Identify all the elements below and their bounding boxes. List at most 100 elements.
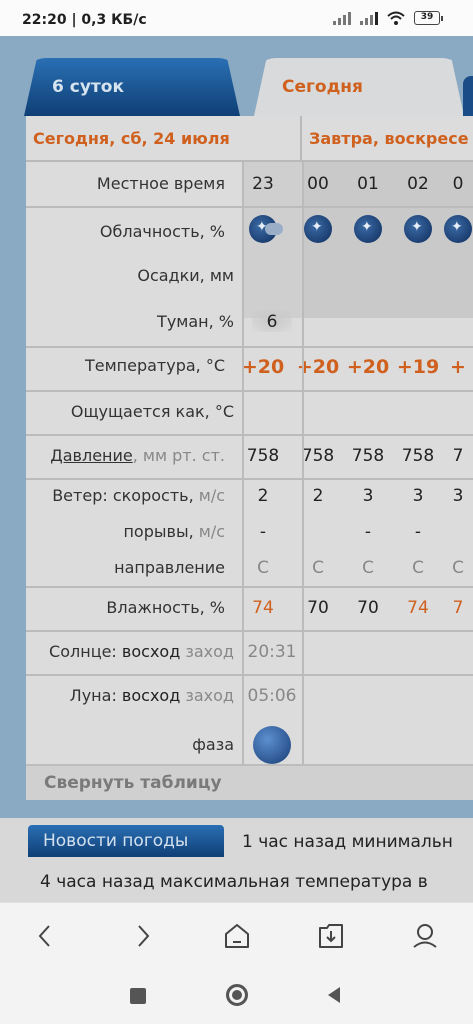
tab-next[interactable] [463,76,473,116]
row-sun: Солнце: восход заход 20:31 [26,642,473,662]
day-today: Сегодня, сб, 24 июля [26,116,302,160]
temperature-cell: + [450,356,466,378]
gusts-cell: - [414,522,422,542]
sun-label: Солнце: [49,642,117,661]
day-header-row: Сегодня, сб, 24 июля Завтра, воскресе [26,116,473,162]
row-humidity: Влажность, % 74 70 70 74 7 [26,598,473,618]
row-cloudiness: Облачность, % [26,214,473,248]
triangle-back-icon [328,987,340,1003]
clear-night-icon [354,214,382,243]
row-local-time: Местное время 23 00 01 02 0 [26,174,473,194]
wind-speed-unit: м/с [193,486,225,505]
weather-news: Новости погоды 1 час назад минимальн 4 ч… [0,818,473,902]
pressure-cell: 758 [351,446,385,466]
tab-today[interactable]: Сегодня [254,58,464,116]
browser-toolbar [0,902,473,968]
humidity-cell: 74 [407,598,429,618]
back-system-button[interactable] [326,986,342,1004]
home-system-button[interactable] [226,984,248,1006]
wind-speed-cell: 3 [412,486,424,506]
label-wind-speed: Ветер: скорость, м/с [26,486,233,506]
web-page[interactable]: 6 суток Сегодня Сегодня, сб, 24 июля Зав… [0,36,473,902]
square-icon [130,988,146,1004]
temperature-cell: +20 [296,356,340,378]
status-bar: 22:20 | 0,3 КБ/с 39 [0,0,473,36]
chevron-right-icon [138,925,150,947]
moon-label: Луна: [69,686,117,705]
pressure-unit: , мм рт. ст. [132,446,225,465]
label-fog: Туман, % [157,312,234,331]
label-feels-like: Ощущается как, °C [70,402,234,421]
humidity-cell: 7 [452,598,464,618]
wind-speed-cell: 2 [312,486,324,506]
system-nav-bar [0,968,473,1024]
row-temperature: Температура, °C +20 +20 +20 +19 + [26,356,473,378]
temperature-cell: +20 [346,356,390,378]
battery-icon: 39 [414,11,443,25]
label-local-time: Местное время [96,174,225,193]
battery-level: 39 [414,11,440,25]
clear-night-icon [304,214,332,243]
label-humidity: Влажность, % [106,598,225,617]
label-cloudiness: Облачность, % [99,221,225,241]
label-temperature: Температура, °C [84,356,225,375]
row-wind-speed: Ветер: скорость, м/с 2 2 3 3 3 [26,486,473,506]
hour-cell: 00 [307,174,329,194]
label-moon-phase: фаза [192,735,234,754]
profile-icon [413,924,437,948]
forward-button[interactable] [128,921,158,951]
tab-6-days[interactable]: 6 суток [24,58,240,116]
moonrise-label: восход [121,686,181,705]
wind-speed-cell: 3 [452,486,464,506]
collapse-table-button[interactable]: Свернуть таблицу [26,764,473,800]
chevron-left-icon [38,925,50,947]
row-direction: направление С С С С С [26,558,473,578]
gusts-cell [293,522,343,542]
wind-speed-label: Ветер: скорость, [52,486,194,505]
row-moon: Луна: восход заход 05:06 [26,686,473,706]
news-item[interactable]: 1 час назад минимальн [242,832,453,852]
moon-phase-icon [253,726,291,764]
partly-cloudy-night-icon [249,214,283,243]
signal-icon [360,11,378,25]
direction-cell: С [312,558,324,578]
news-tag[interactable]: Новости погоды [28,825,224,857]
clear-night-icon [404,214,432,243]
humidity-cell: 70 [357,598,379,618]
row-moon-phase: фаза [26,720,473,769]
moonrise-time: 05:06 [247,686,297,706]
direction-cell: С [412,558,424,578]
row-pressure: Давление, мм рт. ст. 758 758 758 758 7 [26,446,473,466]
label-precipitation: Осадки, мм [137,266,234,285]
gusts-unit: м/с [193,522,225,541]
hour-cell: 02 [407,174,429,194]
signal-icon [333,11,351,25]
hour-cell: 0 [452,174,464,194]
clear-night-icon [444,214,472,243]
label-sun: Солнце: восход заход [26,642,242,662]
forecast-table: Сегодня, сб, 24 июля Завтра, воскресе Ме… [26,116,473,800]
gusts-label: порывы, [123,522,194,541]
recents-button[interactable] [130,988,146,1004]
sunrise-label: восход [121,642,181,661]
row-precipitation: Осадки, мм [26,266,473,285]
status-time: 22:20 | 0,3 КБ/с [22,12,147,28]
home-button[interactable] [222,921,252,951]
label-gusts: порывы, м/с [26,522,233,542]
gusts-cell: - [364,522,372,542]
day-tomorrow: Завтра, воскресе [309,128,469,148]
profile-button[interactable] [410,921,440,951]
circle-icon [226,984,248,1006]
downloads-button[interactable] [316,921,346,951]
pressure-cell: 7 [452,446,464,466]
back-button[interactable] [30,921,60,951]
download-icon [319,924,343,948]
pressure-cell: 758 [301,446,335,466]
moonset-label: заход [185,686,234,705]
news-item[interactable]: 4 часа назад максимальная температура в [40,872,428,892]
row-gusts: порывы, м/с - - - [26,522,473,542]
temperature-cell: +19 [396,356,440,378]
sunset-time: 20:31 [247,642,297,662]
gusts-cell [443,522,473,542]
pressure-link[interactable]: Давление [50,446,133,465]
